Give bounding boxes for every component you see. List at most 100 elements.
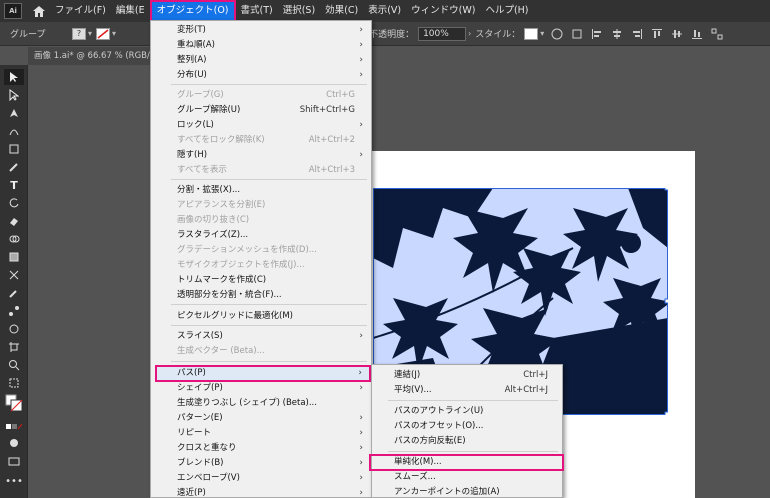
hand-tool-icon[interactable]: [4, 375, 24, 391]
menu-item-repeat[interactable]: リピート ›: [151, 426, 371, 441]
menu-item-label: 分割・拡張(X)...: [177, 185, 241, 195]
submenu-item-smooth[interactable]: スムーズ...: [372, 470, 562, 485]
menu-item-unlock-all[interactable]: すべてをロック解除(K) Alt+Ctrl+2: [151, 133, 371, 148]
menu-select[interactable]: 選択(S): [278, 0, 320, 22]
chevron-right-icon: ›: [359, 413, 363, 423]
submenu-item-reverse-path-direction[interactable]: パスの方向反転(E): [372, 434, 562, 449]
menu-item-mosaic[interactable]: モザイクオブジェクトを作成(J)...: [151, 258, 371, 273]
menu-item-expand-appearance[interactable]: アピアランスを分割(E): [151, 198, 371, 213]
menu-item-envelope[interactable]: エンベロープ(V) ›: [151, 471, 371, 486]
type-tool-icon[interactable]: T: [4, 177, 24, 193]
menu-item-align[interactable]: 整列(A) ›: [151, 53, 371, 68]
menu-item-crop-image[interactable]: 画像の切り抜き(C): [151, 213, 371, 228]
menu-effect[interactable]: 効果(C): [320, 0, 363, 22]
menu-item-perspective[interactable]: 遠近(P) ›: [151, 486, 371, 498]
home-icon[interactable]: [28, 0, 50, 22]
menu-item-generative-shape-fill[interactable]: 生成塗りつぶし (シェイプ) (Beta)...: [151, 396, 371, 411]
menu-item-group[interactable]: グループ(G) Ctrl+G: [151, 88, 371, 103]
shape-builder-tool-icon[interactable]: [4, 231, 24, 247]
chevron-down-icon[interactable]: ▾: [112, 29, 116, 38]
fill-stroke-icon[interactable]: [4, 394, 24, 412]
align-top-icon[interactable]: [650, 27, 664, 41]
submenu-item-simplify[interactable]: 単純化(M)...: [369, 454, 564, 471]
menu-item-label: 生成ベクター (Beta)...: [177, 346, 265, 356]
opacity-input[interactable]: 100%: [418, 26, 467, 41]
menu-item-distribute[interactable]: 分布(U) ›: [151, 68, 371, 83]
submenu-item-average[interactable]: 平均(V)... Alt+Ctrl+J: [372, 383, 562, 398]
artboard-tool-icon[interactable]: [4, 339, 24, 355]
menu-object[interactable]: オブジェクト(O): [149, 0, 236, 22]
menu-view[interactable]: 表示(V): [363, 0, 406, 22]
rotate-tool-icon[interactable]: [4, 195, 24, 211]
menu-item-transform[interactable]: 変形(T) ›: [151, 23, 371, 38]
menu-item-blend[interactable]: ブレンド(B) ›: [151, 456, 371, 471]
submenu-item-join[interactable]: 連結(J) Ctrl+J: [372, 368, 562, 383]
submenu-item-outline-stroke[interactable]: パスのアウトライン(U): [372, 404, 562, 419]
chevron-down-icon[interactable]: ▾: [540, 29, 544, 38]
rectangle-tool-icon[interactable]: [4, 141, 24, 157]
menu-separator: [388, 400, 558, 401]
menu-window[interactable]: ウィンドウ(W): [406, 0, 480, 22]
menu-type[interactable]: 書式(T): [236, 0, 278, 22]
menu-item-flatten-transparency[interactable]: 透明部分を分割・統合(F)...: [151, 288, 371, 303]
menu-item-rasterize[interactable]: ラスタライズ(Z)...: [151, 228, 371, 243]
submenu-item-add-anchor-points[interactable]: アンカーポイントの追加(A): [372, 485, 562, 498]
align-middle-icon[interactable]: [670, 27, 684, 41]
menu-help[interactable]: ヘルプ(H): [480, 0, 533, 22]
eraser-tool-icon[interactable]: [4, 213, 24, 229]
curvature-tool-icon[interactable]: [4, 123, 24, 139]
gradient-tool-icon[interactable]: [4, 249, 24, 265]
menu-item-show-all[interactable]: すべてを表示 Alt+Ctrl+3: [151, 163, 371, 178]
color-mode-icon[interactable]: [4, 419, 24, 435]
menu-item-slice[interactable]: スライス(S) ›: [151, 329, 371, 344]
menu-item-pixel-perfect[interactable]: ピクセルグリッドに最適化(M): [151, 309, 371, 324]
symbol-sprayer-tool-icon[interactable]: [4, 321, 24, 337]
menu-item-label: グループ(G): [177, 90, 224, 100]
more-tools-icon[interactable]: •••: [4, 473, 24, 489]
distribute-icon[interactable]: [710, 27, 724, 41]
align-center-icon[interactable]: [610, 27, 624, 41]
paintbrush-tool-icon[interactable]: [4, 159, 24, 175]
menu-item-trim-marks[interactable]: トリムマークを作成(C): [151, 273, 371, 288]
menu-item-expand[interactable]: 分割・拡張(X)...: [151, 183, 371, 198]
menu-item-arrange[interactable]: 重ね順(A) ›: [151, 38, 371, 53]
style-swatch[interactable]: [524, 27, 539, 40]
chevron-down-icon[interactable]: ▾: [88, 29, 92, 38]
screen-mode-icon[interactable]: [4, 453, 24, 469]
transform-icon[interactable]: [570, 27, 584, 41]
recolor-icon[interactable]: [550, 27, 564, 41]
menu-item-lock[interactable]: ロック(L) ›: [151, 118, 371, 133]
menu-item-generative-vector[interactable]: 生成ベクター (Beta)...: [151, 344, 371, 359]
blend-tool-icon[interactable]: [4, 303, 24, 319]
document-tab[interactable]: 画像 1.ai* @ 66.67 % (RGB/プレビ: [28, 47, 150, 65]
fill-swatch[interactable]: ?: [72, 27, 86, 40]
direct-selection-tool-icon[interactable]: [4, 87, 24, 103]
eyedropper-tool-icon[interactable]: [4, 285, 24, 301]
menu-item-label: ロック(L): [177, 120, 214, 130]
menu-item-hide[interactable]: 隠す(H) ›: [151, 148, 371, 163]
menu-file[interactable]: ファイル(F): [50, 0, 111, 22]
pen-tool-icon[interactable]: [4, 105, 24, 121]
control-bar: グループ ? ▾ ▾ 本 ▾ 不透明度： 100% › スタイル： ▾: [0, 22, 770, 46]
app-logo: Ai: [4, 3, 22, 19]
draw-mode-icon[interactable]: [4, 435, 24, 451]
align-right-icon[interactable]: [630, 27, 644, 41]
chevron-right-icon: ›: [358, 368, 362, 378]
menu-item-shape[interactable]: シェイプ(P) ›: [151, 381, 371, 396]
mesh-tool-icon[interactable]: [4, 267, 24, 283]
align-bottom-icon[interactable]: [690, 27, 704, 41]
menu-item-pattern[interactable]: パターン(E) ›: [151, 411, 371, 426]
selection-tool-icon[interactable]: [4, 69, 24, 85]
menu-item-intertwine[interactable]: クロスと重なり ›: [151, 441, 371, 456]
menu-item-gradient-mesh[interactable]: グラデーションメッシュを作成(D)...: [151, 243, 371, 258]
zoom-tool-icon[interactable]: [4, 357, 24, 373]
chevron-right-icon: ›: [359, 458, 363, 468]
menu-item-path[interactable]: パス(P) ›: [155, 365, 371, 382]
chevron-right-icon: ›: [359, 70, 363, 80]
chevron-right-icon[interactable]: ›: [468, 29, 471, 38]
align-left-icon[interactable]: [590, 27, 604, 41]
menu-edit[interactable]: 編集(E: [111, 0, 150, 22]
stroke-swatch[interactable]: [96, 27, 111, 40]
menu-item-ungroup[interactable]: グループ解除(U) Shift+Ctrl+G: [151, 103, 371, 118]
submenu-item-offset-path[interactable]: パスのオフセット(O)...: [372, 419, 562, 434]
